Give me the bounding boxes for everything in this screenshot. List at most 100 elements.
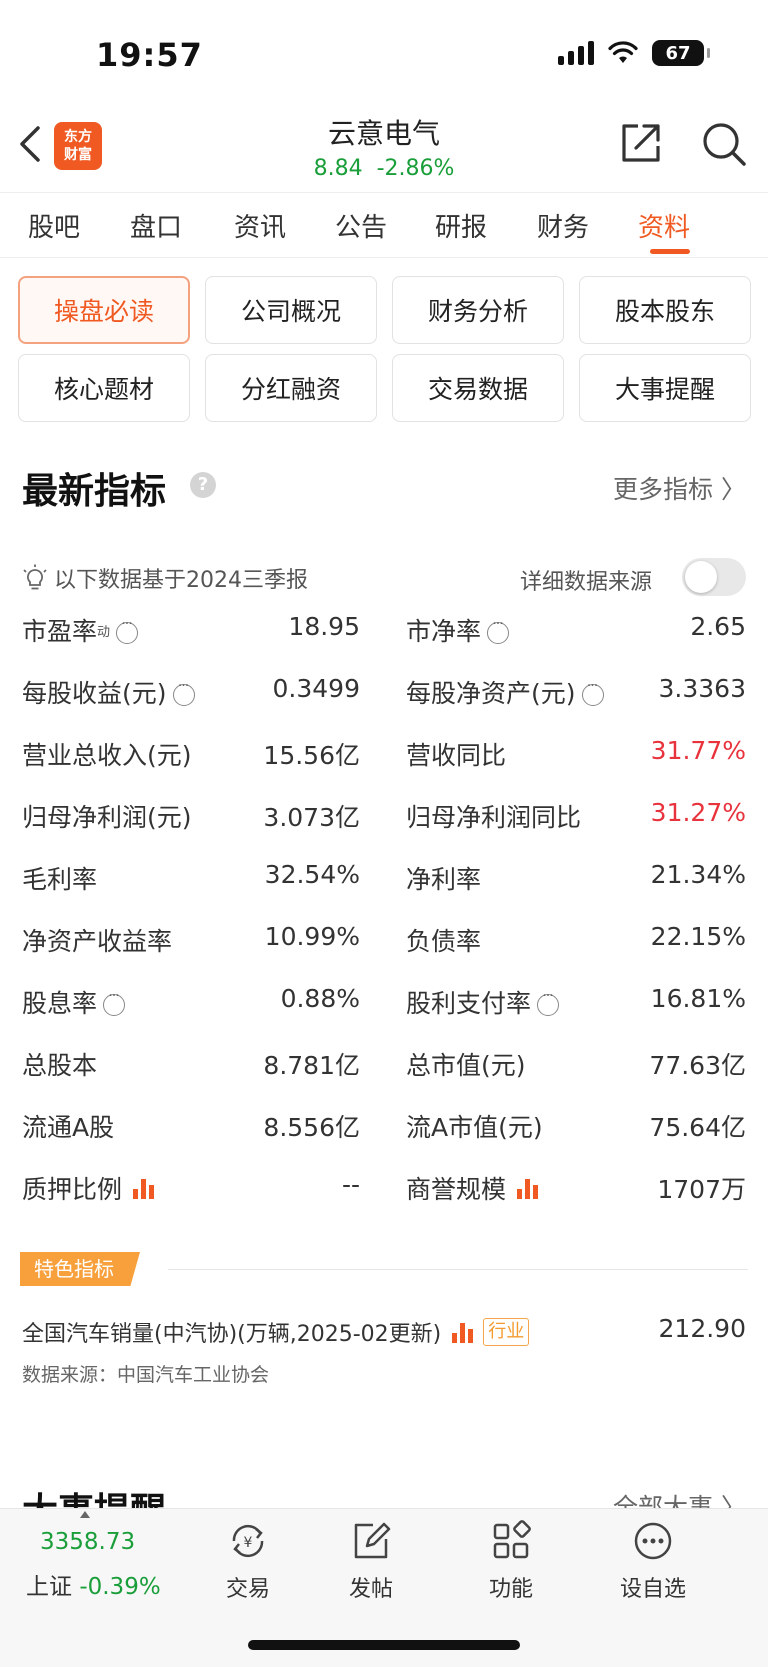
index-name: 上证 <box>26 1574 72 1600</box>
bar-chart-icon[interactable] <box>451 1321 475 1343</box>
info-dots-icon[interactable] <box>581 678 604 706</box>
stock-change: -2.86% <box>376 156 455 181</box>
exchange-icon: ¥ <box>232 1524 264 1558</box>
metric-value: 18.95 <box>288 612 360 641</box>
index-change: -0.39% <box>79 1574 161 1600</box>
tab-active-underline <box>650 249 690 254</box>
status-bar: 19:57 67 <box>0 0 768 100</box>
nav-add-watchlist[interactable]: 设自选 <box>608 1519 698 1603</box>
status-icons: 67 <box>558 40 710 66</box>
metric-value: 75.64亿 <box>649 1113 746 1142</box>
section-button-3[interactable]: 股本股东 <box>579 276 751 344</box>
feature-indicator-name: 全国汽车销量(中汽协)(万辆,2025-02更新) <box>22 1322 442 1347</box>
metric-label: 流A市值(元) <box>406 1108 543 1144</box>
metric-label-text: 营业总收入(元) <box>22 741 192 770</box>
section-button-1[interactable]: 公司概况 <box>205 276 377 344</box>
info-dots-icon[interactable] <box>487 616 510 644</box>
tab-4[interactable]: 研报 <box>435 207 487 244</box>
metric-label-text: 流通A股 <box>22 1113 115 1142</box>
metric-label: 股息率 <box>22 984 126 1020</box>
info-dots-icon[interactable] <box>103 988 126 1016</box>
share-icon[interactable] <box>618 120 664 166</box>
metric-label: 商誉规模 <box>406 1170 540 1206</box>
svg-text:¥: ¥ <box>244 1535 253 1551</box>
feature-indicator[interactable]: 全国汽车销量(中汽协)(万辆,2025-02更新) 行业 <box>22 1316 530 1348</box>
metric-label: 毛利率 <box>22 860 97 896</box>
expand-caret-icon[interactable] <box>80 1511 90 1518</box>
bar-chart-icon[interactable] <box>132 1177 156 1199</box>
search-icon[interactable] <box>700 120 748 168</box>
metric-value: 10.99% <box>264 922 360 951</box>
tab-5[interactable]: 财务 <box>537 207 589 244</box>
grid-icon <box>493 1520 531 1559</box>
source-toggle[interactable] <box>682 558 746 596</box>
metric-label: 净利率 <box>406 860 481 896</box>
metric-label: 营收同比 <box>406 736 506 772</box>
metric-label-text: 负债率 <box>406 927 482 956</box>
metric-label-text: 总股本 <box>22 1051 98 1080</box>
info-dots-icon[interactable] <box>172 678 195 706</box>
metric-value: 31.27% <box>650 798 746 827</box>
more-icon <box>634 1522 672 1560</box>
index-line[interactable]: 上证 -0.39% <box>26 1567 161 1601</box>
metric-label: 总市值(元) <box>406 1046 526 1082</box>
metric-label-text: 毛利率 <box>22 865 98 894</box>
metric-label-text: 净利率 <box>406 865 482 894</box>
bar-chart-icon[interactable] <box>516 1177 540 1199</box>
section-button-2[interactable]: 财务分析 <box>392 276 564 344</box>
metric-value: 15.56亿 <box>263 741 360 770</box>
metric-label: 每股收益(元) <box>22 674 195 710</box>
section-button-5[interactable]: 分红融资 <box>205 354 377 422</box>
section-button-0[interactable]: 操盘必读 <box>18 276 190 344</box>
metric-value: 3.073亿 <box>263 803 360 832</box>
section-button-6[interactable]: 交易数据 <box>392 354 564 422</box>
info-dots-icon[interactable] <box>537 988 560 1016</box>
metric-label-text: 每股收益(元) <box>22 679 167 708</box>
tab-6[interactable]: 资料 <box>638 207 690 244</box>
battery-icon: 67 <box>652 40 710 66</box>
tab-2[interactable]: 资讯 <box>234 207 286 244</box>
metric-label-text: 归母净利润同比 <box>406 803 582 832</box>
tab-1[interactable]: 盘口 <box>130 207 182 244</box>
metric-value: 8.781亿 <box>263 1051 360 1080</box>
metric-label-text: 总市值(元) <box>406 1051 526 1080</box>
metric-value: 8.556亿 <box>263 1113 360 1142</box>
metric-label-text: 每股净资产(元) <box>406 679 576 708</box>
data-basis-text: 以下数据基于2024三季报 <box>54 568 308 593</box>
feature-tag: 特色指标 <box>20 1252 140 1286</box>
metric-label: 市盈率动 <box>22 612 139 648</box>
metric-value: 0.3499 <box>272 674 360 703</box>
home-indicator <box>248 1640 520 1650</box>
metric-label: 质押比例 <box>22 1170 156 1206</box>
section-button-4[interactable]: 核心题材 <box>18 354 190 422</box>
info-dots-icon[interactable] <box>116 616 139 644</box>
section-button-7[interactable]: 大事提醒 <box>579 354 751 422</box>
status-time: 19:57 <box>96 36 203 74</box>
nav-functions[interactable]: 功能 <box>466 1519 556 1603</box>
nav-post[interactable]: 发帖 <box>326 1519 416 1603</box>
tab-3[interactable]: 公告 <box>335 207 387 244</box>
tab-0[interactable]: 股吧 <box>28 207 80 244</box>
metric-label: 净资产收益率 <box>22 922 172 958</box>
nav-trade[interactable]: ¥ 交易 <box>203 1519 293 1603</box>
metric-label: 归母净利润(元) <box>22 798 192 834</box>
metric-label-text: 营收同比 <box>406 741 507 770</box>
divider <box>168 1269 748 1270</box>
metric-value: 21.34% <box>650 860 746 889</box>
metric-value: 3.3363 <box>658 674 746 703</box>
metric-label: 总股本 <box>22 1046 97 1082</box>
index-value[interactable]: 3358.73 <box>40 1529 135 1555</box>
metric-label: 每股净资产(元) <box>406 674 604 710</box>
feature-source: 数据来源：中国汽车工业协会 <box>22 1364 270 1386</box>
feature-value: 212.90 <box>658 1314 746 1343</box>
metric-label-text: 质押比例 <box>22 1175 123 1204</box>
metric-label-text: 商誉规模 <box>406 1175 507 1204</box>
metric-label-text: 股息率 <box>22 989 98 1018</box>
metric-label-text: 归母净利润(元) <box>22 803 192 832</box>
more-indicators-link[interactable]: 更多指标 〉 <box>613 470 746 506</box>
metric-label: 市净率 <box>406 612 510 648</box>
help-icon[interactable]: ? <box>190 472 216 498</box>
metric-value: 22.15% <box>650 922 746 951</box>
source-toggle-label: 详细数据来源 <box>520 570 653 595</box>
header: 东方 财富 云意电气 8.84 -2.86% <box>0 100 768 192</box>
